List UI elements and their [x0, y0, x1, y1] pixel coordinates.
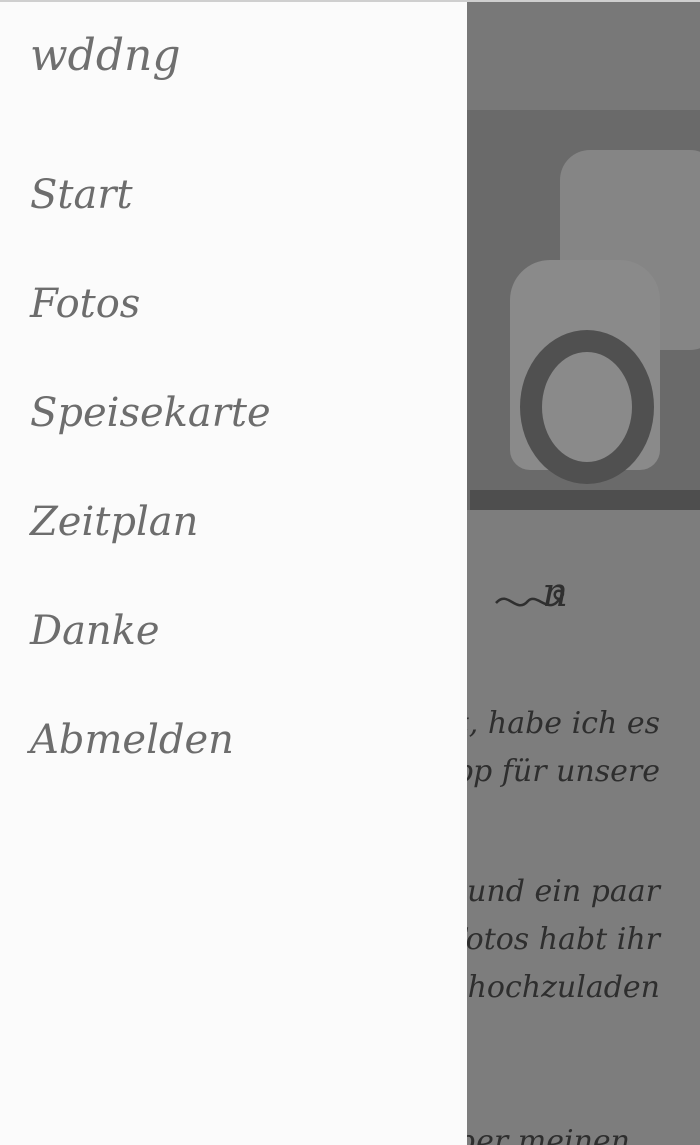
- navigation-drawer: wddng Start Fotos Speisekarte Zeitplan D…: [0, 2, 467, 1145]
- menu-item-fotos[interactable]: Fotos: [30, 269, 271, 378]
- drawer-menu: Start Fotos Speisekarte Zeitplan Danke A…: [30, 160, 271, 814]
- menu-item-danke[interactable]: Danke: [30, 596, 271, 705]
- photo-shelf: [470, 490, 700, 510]
- app-title: wddng: [30, 30, 181, 81]
- photo-mug-handle: [520, 330, 654, 484]
- menu-item-start[interactable]: Start: [30, 160, 271, 269]
- flourish-icon: [495, 589, 565, 607]
- menu-item-zeitplan[interactable]: Zeitplan: [30, 487, 271, 596]
- menu-item-speisekarte[interactable]: Speisekarte: [30, 378, 271, 487]
- menu-item-abmelden[interactable]: Abmelden: [30, 705, 271, 814]
